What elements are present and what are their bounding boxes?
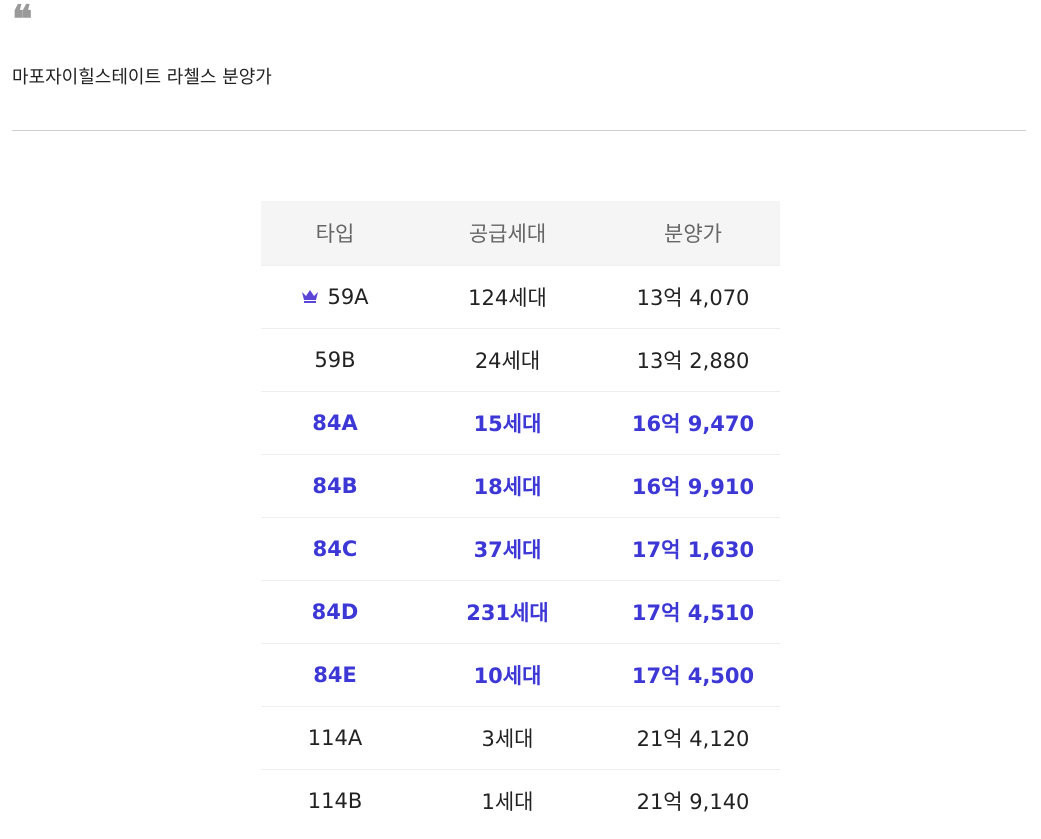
type-label: 59A <box>327 284 369 309</box>
cell-type: 114A <box>261 706 409 770</box>
price-table: 타입 공급세대 분양가 59A 124세대 13억 4,070 59B 24세대… <box>261 201 780 832</box>
crown-icon <box>301 284 319 308</box>
table-row: 59A 124세대 13억 4,070 <box>261 265 780 329</box>
table-row: 84A 15세대 16억 9,470 <box>261 391 780 455</box>
cell-price: 17억 4,510 <box>606 580 780 644</box>
quote-mark-icon: ❝ <box>12 0 33 41</box>
table-row: 84E 10세대 17억 4,500 <box>261 643 780 707</box>
cell-price: 17억 1,630 <box>606 517 780 581</box>
table-row: 84C 37세대 17억 1,630 <box>261 517 780 581</box>
cell-price: 17억 4,500 <box>606 643 780 707</box>
cell-units: 37세대 <box>409 517 606 581</box>
cell-type: 84C <box>261 517 409 581</box>
table-row: 84B 18세대 16억 9,910 <box>261 454 780 518</box>
cell-price: 21억 9,140 <box>606 769 780 832</box>
cell-units: 231세대 <box>409 580 606 644</box>
header-price: 분양가 <box>606 201 780 266</box>
table-row: 114B 1세대 21억 9,140 <box>261 769 780 832</box>
cell-price: 16억 9,470 <box>606 391 780 455</box>
cell-type: 84D <box>261 580 409 644</box>
cell-type: 84E <box>261 643 409 707</box>
header-type: 타입 <box>261 201 409 266</box>
cell-price: 16억 9,910 <box>606 454 780 518</box>
cell-type: 59B <box>261 328 409 392</box>
cell-type: 59A <box>261 265 409 329</box>
cell-price: 21억 4,120 <box>606 706 780 770</box>
divider <box>12 130 1026 131</box>
table-header-row: 타입 공급세대 분양가 <box>261 201 780 266</box>
table-row: 114A 3세대 21억 4,120 <box>261 706 780 770</box>
cell-units: 124세대 <box>409 265 606 329</box>
table-row: 84D 231세대 17억 4,510 <box>261 580 780 644</box>
cell-price: 13억 4,070 <box>606 265 780 329</box>
cell-units: 10세대 <box>409 643 606 707</box>
cell-type: 84B <box>261 454 409 518</box>
cell-units: 1세대 <box>409 769 606 832</box>
cell-units: 3세대 <box>409 706 606 770</box>
header-units: 공급세대 <box>409 201 606 266</box>
cell-units: 18세대 <box>409 454 606 518</box>
table-row: 59B 24세대 13억 2,880 <box>261 328 780 392</box>
cell-units: 24세대 <box>409 328 606 392</box>
page-title: 마포자이힐스테이트 라첼스 분양가 <box>12 67 272 88</box>
cell-type: 114B <box>261 769 409 832</box>
cell-price: 13억 2,880 <box>606 328 780 392</box>
cell-type: 84A <box>261 391 409 455</box>
cell-units: 15세대 <box>409 391 606 455</box>
